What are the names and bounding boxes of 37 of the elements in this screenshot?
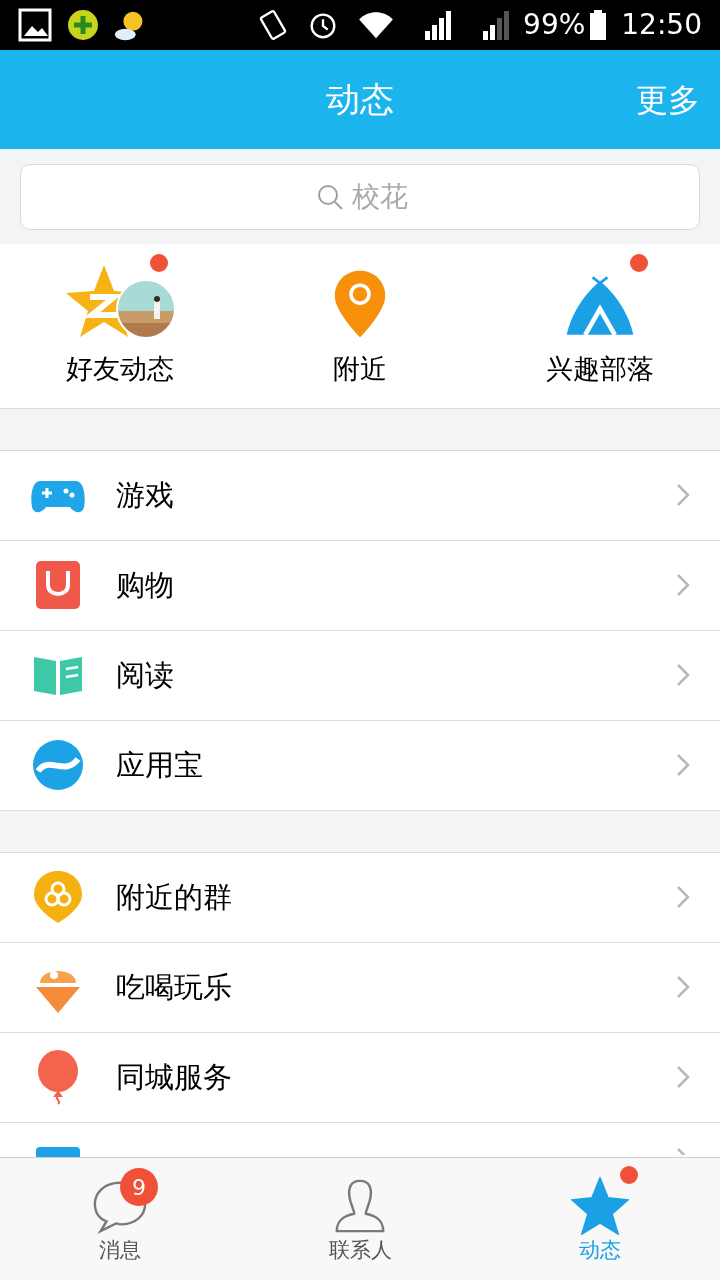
battery-icon bbox=[589, 8, 608, 41]
list-item-label: 购物 bbox=[116, 566, 174, 604]
chevron-right-icon bbox=[676, 1065, 690, 1090]
tab[interactable]: 消息 9 bbox=[0, 1158, 240, 1280]
chevron-right-icon bbox=[676, 975, 690, 1000]
list-item[interactable]: 游戏 bbox=[0, 451, 720, 541]
wifi-icon bbox=[357, 9, 396, 40]
list-item[interactable]: 附近的群 bbox=[0, 853, 720, 943]
chevron-right-icon bbox=[676, 573, 690, 598]
list-item[interactable]: 吃喝玩乐 bbox=[0, 943, 720, 1033]
chevron-right-icon bbox=[676, 885, 690, 910]
list-item[interactable]: 应用宝 bbox=[0, 721, 720, 811]
unread-count-badge: 9 bbox=[120, 1168, 158, 1206]
tab[interactable]: 联系人 bbox=[240, 1158, 480, 1280]
list-item-label: 游戏 bbox=[116, 476, 174, 514]
plus-icon bbox=[66, 7, 100, 42]
list-item[interactable]: 同城服务 bbox=[0, 1033, 720, 1123]
list-item-label: 附近的群 bbox=[116, 878, 232, 916]
list-item-label: 阅读 bbox=[116, 656, 174, 694]
search-icon bbox=[316, 182, 344, 211]
list-item-label: 同城服务 bbox=[116, 1058, 232, 1096]
shortcut-button[interactable]: 兴趣部落 bbox=[480, 243, 720, 408]
clock: 12:50 bbox=[621, 6, 702, 43]
list-item[interactable]: 购物 bbox=[0, 541, 720, 631]
search-field[interactable]: 校花 bbox=[20, 163, 700, 230]
page-title: 动态 bbox=[326, 78, 394, 121]
chevron-right-icon bbox=[676, 753, 690, 778]
shortcut-button[interactable]: 附近 bbox=[240, 243, 480, 408]
list-item-label: 吃喝玩乐 bbox=[116, 968, 232, 1006]
chevron-right-icon bbox=[676, 483, 690, 508]
image-icon bbox=[18, 7, 52, 42]
battery-percent: 99% bbox=[523, 6, 586, 43]
shortcut-button[interactable]: 好友动态 bbox=[0, 243, 240, 408]
list-item[interactable]: 阅读 bbox=[0, 631, 720, 721]
list-item-label: 应用宝 bbox=[116, 746, 203, 784]
star-icon bbox=[571, 1177, 629, 1236]
chevron-right-icon bbox=[676, 663, 690, 688]
